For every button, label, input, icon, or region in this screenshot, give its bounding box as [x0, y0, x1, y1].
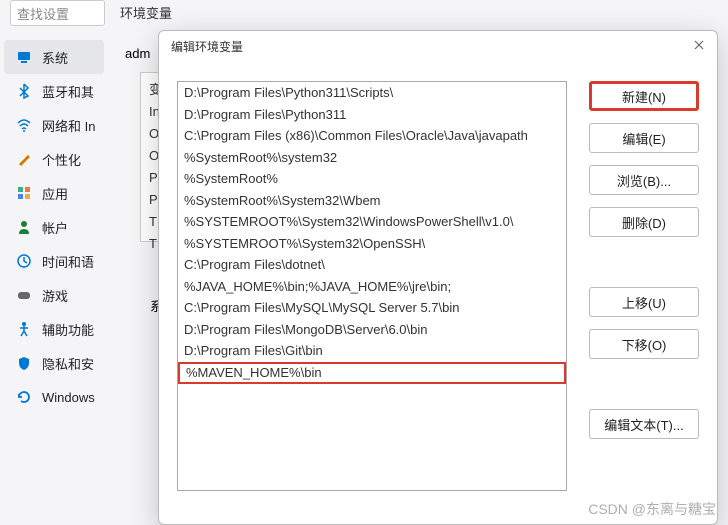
path-list-item[interactable]: %SystemRoot%\System32\Wbem — [178, 190, 566, 212]
edit-button[interactable]: 编辑(E) — [589, 123, 699, 153]
close-icon[interactable] — [691, 37, 707, 53]
sidebar-item-label: 应用 — [42, 184, 68, 203]
settings-sidebar: 系统蓝牙和其网络和 In 个性化应用帐户时间和语游戏辅助功能隐私和安 Windows — [0, 40, 108, 414]
sidebar-item-label: 辅助功能 — [42, 320, 94, 339]
sidebar-item-label: 蓝牙和其 — [42, 82, 94, 101]
path-list-item[interactable]: D:\Program Files\Python311 — [178, 104, 566, 126]
move-up-button[interactable]: 上移(U) — [589, 287, 699, 317]
system-icon — [16, 49, 32, 65]
path-list-item[interactable]: %JAVA_HOME%\bin;%JAVA_HOME%\jre\bin; — [178, 276, 566, 298]
sidebar-item-label: 游戏 — [42, 286, 68, 305]
brush-icon — [16, 151, 32, 167]
sidebar-item-shield[interactable]: 隐私和安 — [0, 346, 108, 380]
sidebar-item-bluetooth[interactable]: 蓝牙和其 — [0, 74, 108, 108]
path-list-item[interactable]: %SYSTEMROOT%\System32\WindowsPowerShell\… — [178, 211, 566, 233]
path-list[interactable]: D:\Program Files\Python311\Scripts\D:\Pr… — [177, 81, 567, 491]
sidebar-item-label: 网络和 In — [42, 116, 95, 135]
search-placeholder: 查找设置 — [17, 4, 69, 23]
browse-button[interactable]: 浏览(B)... — [589, 165, 699, 195]
sidebar-item-apps[interactable]: 应用 — [0, 176, 108, 210]
sidebar-item-label: 隐私和安 — [42, 354, 94, 373]
path-list-item[interactable]: C:\Program Files (x86)\Common Files\Orac… — [178, 125, 566, 147]
sidebar-item-brush[interactable]: 个性化 — [0, 142, 108, 176]
sidebar-item-label: 时间和语 — [42, 252, 94, 271]
sidebar-item-label: Windows — [42, 390, 95, 405]
sidebar-item-accessibility[interactable]: 辅助功能 — [0, 312, 108, 346]
sidebar-item-update[interactable]: Windows — [0, 380, 108, 414]
sidebar-item-label: 系统 — [42, 48, 68, 67]
admin-section-label: adm — [125, 46, 150, 61]
dialog-buttons: 新建(N) 编辑(E) 浏览(B)... 删除(D) 上移(U) 下移(O) 编… — [589, 81, 699, 439]
sidebar-item-clock[interactable]: 时间和语 — [0, 244, 108, 278]
bluetooth-icon — [16, 83, 32, 99]
gamepad-icon — [16, 287, 32, 303]
sidebar-item-label: 帐户 — [42, 218, 68, 237]
accessibility-icon — [16, 321, 32, 337]
apps-icon — [16, 185, 32, 201]
sidebar-item-label: 个性化 — [42, 150, 81, 169]
sidebar-item-wifi[interactable]: 网络和 In — [0, 108, 108, 142]
person-icon — [16, 219, 32, 235]
sidebar-item-gamepad[interactable]: 游戏 — [0, 278, 108, 312]
update-icon — [16, 389, 32, 405]
env-vars-label: 环境变量 — [120, 3, 172, 22]
new-button[interactable]: 新建(N) — [589, 81, 699, 111]
clock-icon — [16, 253, 32, 269]
path-list-item[interactable]: D:\Program Files\MongoDB\Server\6.0\bin — [178, 319, 566, 341]
edit-env-var-dialog: 编辑环境变量 D:\Program Files\Python311\Script… — [158, 30, 718, 525]
path-list-item[interactable]: C:\Program Files\dotnet\ — [178, 254, 566, 276]
path-list-item[interactable]: D:\Program Files\Git\bin — [178, 340, 566, 362]
search-settings-input[interactable]: 查找设置 — [10, 0, 105, 26]
path-list-item[interactable]: D:\Program Files\Python311\Scripts\ — [178, 82, 566, 104]
path-list-item[interactable]: %MAVEN_HOME%\bin — [178, 362, 566, 384]
delete-button[interactable]: 删除(D) — [589, 207, 699, 237]
wifi-icon — [16, 117, 32, 133]
path-list-item[interactable]: %SystemRoot%\system32 — [178, 147, 566, 169]
edit-text-button[interactable]: 编辑文本(T)... — [589, 409, 699, 439]
watermark: CSDN @东离与糖宝 — [588, 499, 716, 519]
shield-icon — [16, 355, 32, 371]
path-list-item[interactable]: C:\Program Files\MySQL\MySQL Server 5.7\… — [178, 297, 566, 319]
sidebar-item-person[interactable]: 帐户 — [0, 210, 108, 244]
path-list-item[interactable]: %SystemRoot% — [178, 168, 566, 190]
move-down-button[interactable]: 下移(O) — [589, 329, 699, 359]
sidebar-item-system[interactable]: 系统 — [4, 40, 104, 74]
path-list-item[interactable]: %SYSTEMROOT%\System32\OpenSSH\ — [178, 233, 566, 255]
dialog-title: 编辑环境变量 — [159, 31, 717, 61]
